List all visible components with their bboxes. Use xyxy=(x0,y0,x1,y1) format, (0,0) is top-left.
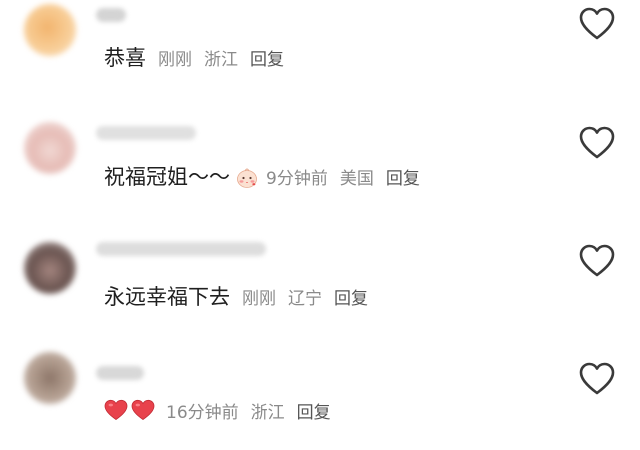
username-blurred[interactable] xyxy=(96,8,126,22)
comment-text: 恭喜 xyxy=(104,46,146,70)
avatar[interactable] xyxy=(24,4,76,56)
reply-button[interactable]: 回复 xyxy=(250,45,284,70)
comment-content-row: 祝福冠姐～～ 9分钟前 美国 回复 xyxy=(104,161,420,191)
comment-time: 刚刚 xyxy=(242,288,276,309)
comment-item: 祝福冠姐～～ 9分钟前 美国 回复 xyxy=(0,114,640,214)
username-blurred[interactable] xyxy=(96,242,266,256)
comment-item: 永远幸福下去 刚刚 辽宁 回复 xyxy=(0,232,640,332)
username-blurred[interactable] xyxy=(96,126,196,140)
reply-button[interactable]: 回复 xyxy=(334,284,368,309)
comment-time: 刚刚 xyxy=(158,49,192,70)
comment-location: 浙江 xyxy=(250,402,285,423)
like-button[interactable] xyxy=(579,126,615,160)
like-button[interactable] xyxy=(579,7,615,41)
comment-location: 美国 xyxy=(339,168,374,189)
comment-content-row: 恭喜 刚刚 浙江 回复 xyxy=(104,42,284,72)
avatar[interactable] xyxy=(24,352,76,404)
heart-outline-icon xyxy=(579,7,615,40)
comment-item: 16分钟前 浙江 回复 xyxy=(0,350,640,450)
heart-outline-icon xyxy=(579,244,615,277)
reply-button[interactable]: 回复 xyxy=(297,398,331,423)
comment-list: 恭喜 刚刚 浙江 回复 祝福冠姐～～ 9分钟前 美国 回复 永远幸福下去 刚刚 … xyxy=(0,0,640,431)
comment-text: 祝福冠姐～～ xyxy=(104,165,230,189)
heart-outline-icon xyxy=(579,126,615,159)
username-blurred[interactable] xyxy=(96,366,144,380)
avatar[interactable] xyxy=(24,122,76,174)
red-heart-emoji xyxy=(104,399,128,420)
comment-item: 恭喜 刚刚 浙江 回复 xyxy=(0,0,640,100)
comment-time: 16分钟前 xyxy=(166,402,239,423)
comment-content-row: 16分钟前 浙江 回复 xyxy=(104,395,331,425)
heart-outline-icon xyxy=(579,362,615,395)
comment-location: 辽宁 xyxy=(288,288,322,309)
comment-text: 永远幸福下去 xyxy=(104,285,230,309)
comment-time: 9分钟前 xyxy=(266,168,328,189)
like-button[interactable] xyxy=(579,362,615,396)
red-heart-emoji xyxy=(131,399,155,420)
reply-button[interactable]: 回复 xyxy=(386,164,420,189)
blushing-face-emoji xyxy=(237,168,257,188)
like-button[interactable] xyxy=(579,244,615,278)
comment-content-row: 永远幸福下去 刚刚 辽宁 回复 xyxy=(104,281,368,311)
comment-location: 浙江 xyxy=(204,49,238,70)
avatar[interactable] xyxy=(24,242,76,294)
